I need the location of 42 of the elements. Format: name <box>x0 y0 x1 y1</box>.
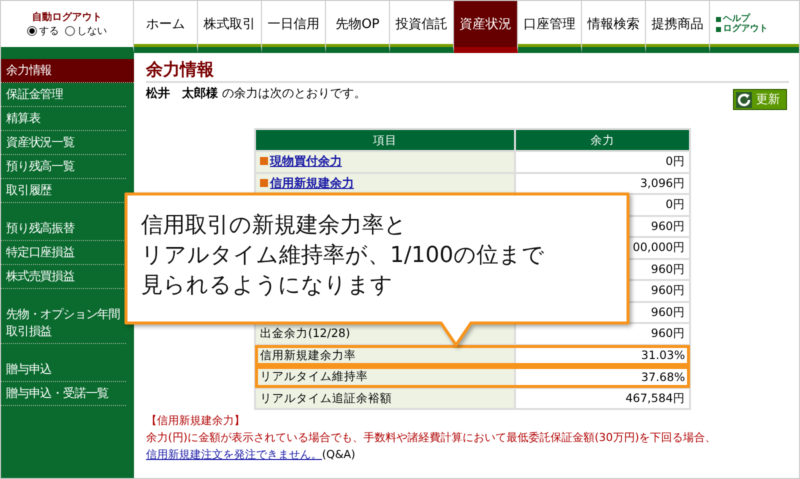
radio-option[interactable]: する <box>27 24 59 38</box>
item-link[interactable]: 現物買付余力 <box>270 154 342 168</box>
sidebar-item[interactable]: 精算表 <box>1 107 126 131</box>
table-cell: 0円 <box>516 152 689 172</box>
column-header: 項目 <box>256 130 514 150</box>
note-heading: 【信用新規建余力】 <box>146 413 246 429</box>
table-cell: 31.03% <box>516 346 689 365</box>
greeting-text: 松井 太郎様 の余力は次のとおりです。 <box>146 85 366 102</box>
bullet-icon <box>260 178 268 187</box>
sidebar-item[interactable]: 贈与申込・受諾一覧 <box>1 382 126 406</box>
nav-tab[interactable]: 一日信用 <box>262 1 326 53</box>
nav-tab[interactable]: ホーム <box>134 1 198 53</box>
header-link[interactable]: ヘルプ <box>716 14 799 24</box>
item-link[interactable]: 信用新規建余力 <box>270 176 354 190</box>
page-title: 余力情報 <box>146 59 789 83</box>
nav-tab[interactable]: 株式取引 <box>198 1 262 53</box>
table-cell: リアルタイム追証余裕額 <box>256 388 514 408</box>
column-header: 余力 <box>516 130 689 150</box>
sidebar-item[interactable]: 余力情報 <box>1 59 134 83</box>
note-text: 余力(円)に金額が表示されている場合でも、手数料や諸経費計算において最低委託保証金額(30万円)を下回る場合、 信用新規建注文を発注できません。(Q&A) <box>146 430 718 463</box>
sidebar-item[interactable]: 預り残高一覧 <box>1 155 126 179</box>
table-cell: 信用新規建余力率 <box>256 346 514 365</box>
sidebar-item[interactable]: 保証金管理 <box>1 83 126 107</box>
nav-tab[interactable]: 先物OP <box>326 1 390 53</box>
bullet-icon <box>260 157 268 166</box>
nav-tab[interactable]: 口座管理 <box>518 1 582 53</box>
header-link[interactable]: ログアウト <box>716 24 799 34</box>
table-cell: 37.68% <box>516 367 689 386</box>
sidebar-item[interactable]: 資産状況一覧 <box>1 131 126 155</box>
table-cell: リアルタイム維持率 <box>256 367 514 386</box>
table-cell: 467,584円 <box>516 388 689 408</box>
nav-tab[interactable]: 提携商品 <box>646 1 710 53</box>
note-link[interactable]: 信用新規建注文を発注できません。 <box>146 448 322 461</box>
radio-option[interactable]: しない <box>65 24 107 38</box>
table-cell: 3,096円 <box>516 174 689 193</box>
qa-link[interactable]: (Q&A) <box>322 448 356 461</box>
table-cell: 960円 <box>516 324 689 344</box>
nav-tab[interactable]: 資産状況 <box>454 1 518 53</box>
refresh-icon <box>736 92 752 108</box>
sidebar-item[interactable]: 贈与申込 <box>1 358 126 382</box>
nav-tab[interactable]: 情報検索 <box>582 1 646 53</box>
auto-logout-label: 自動ログアウト <box>32 10 102 24</box>
